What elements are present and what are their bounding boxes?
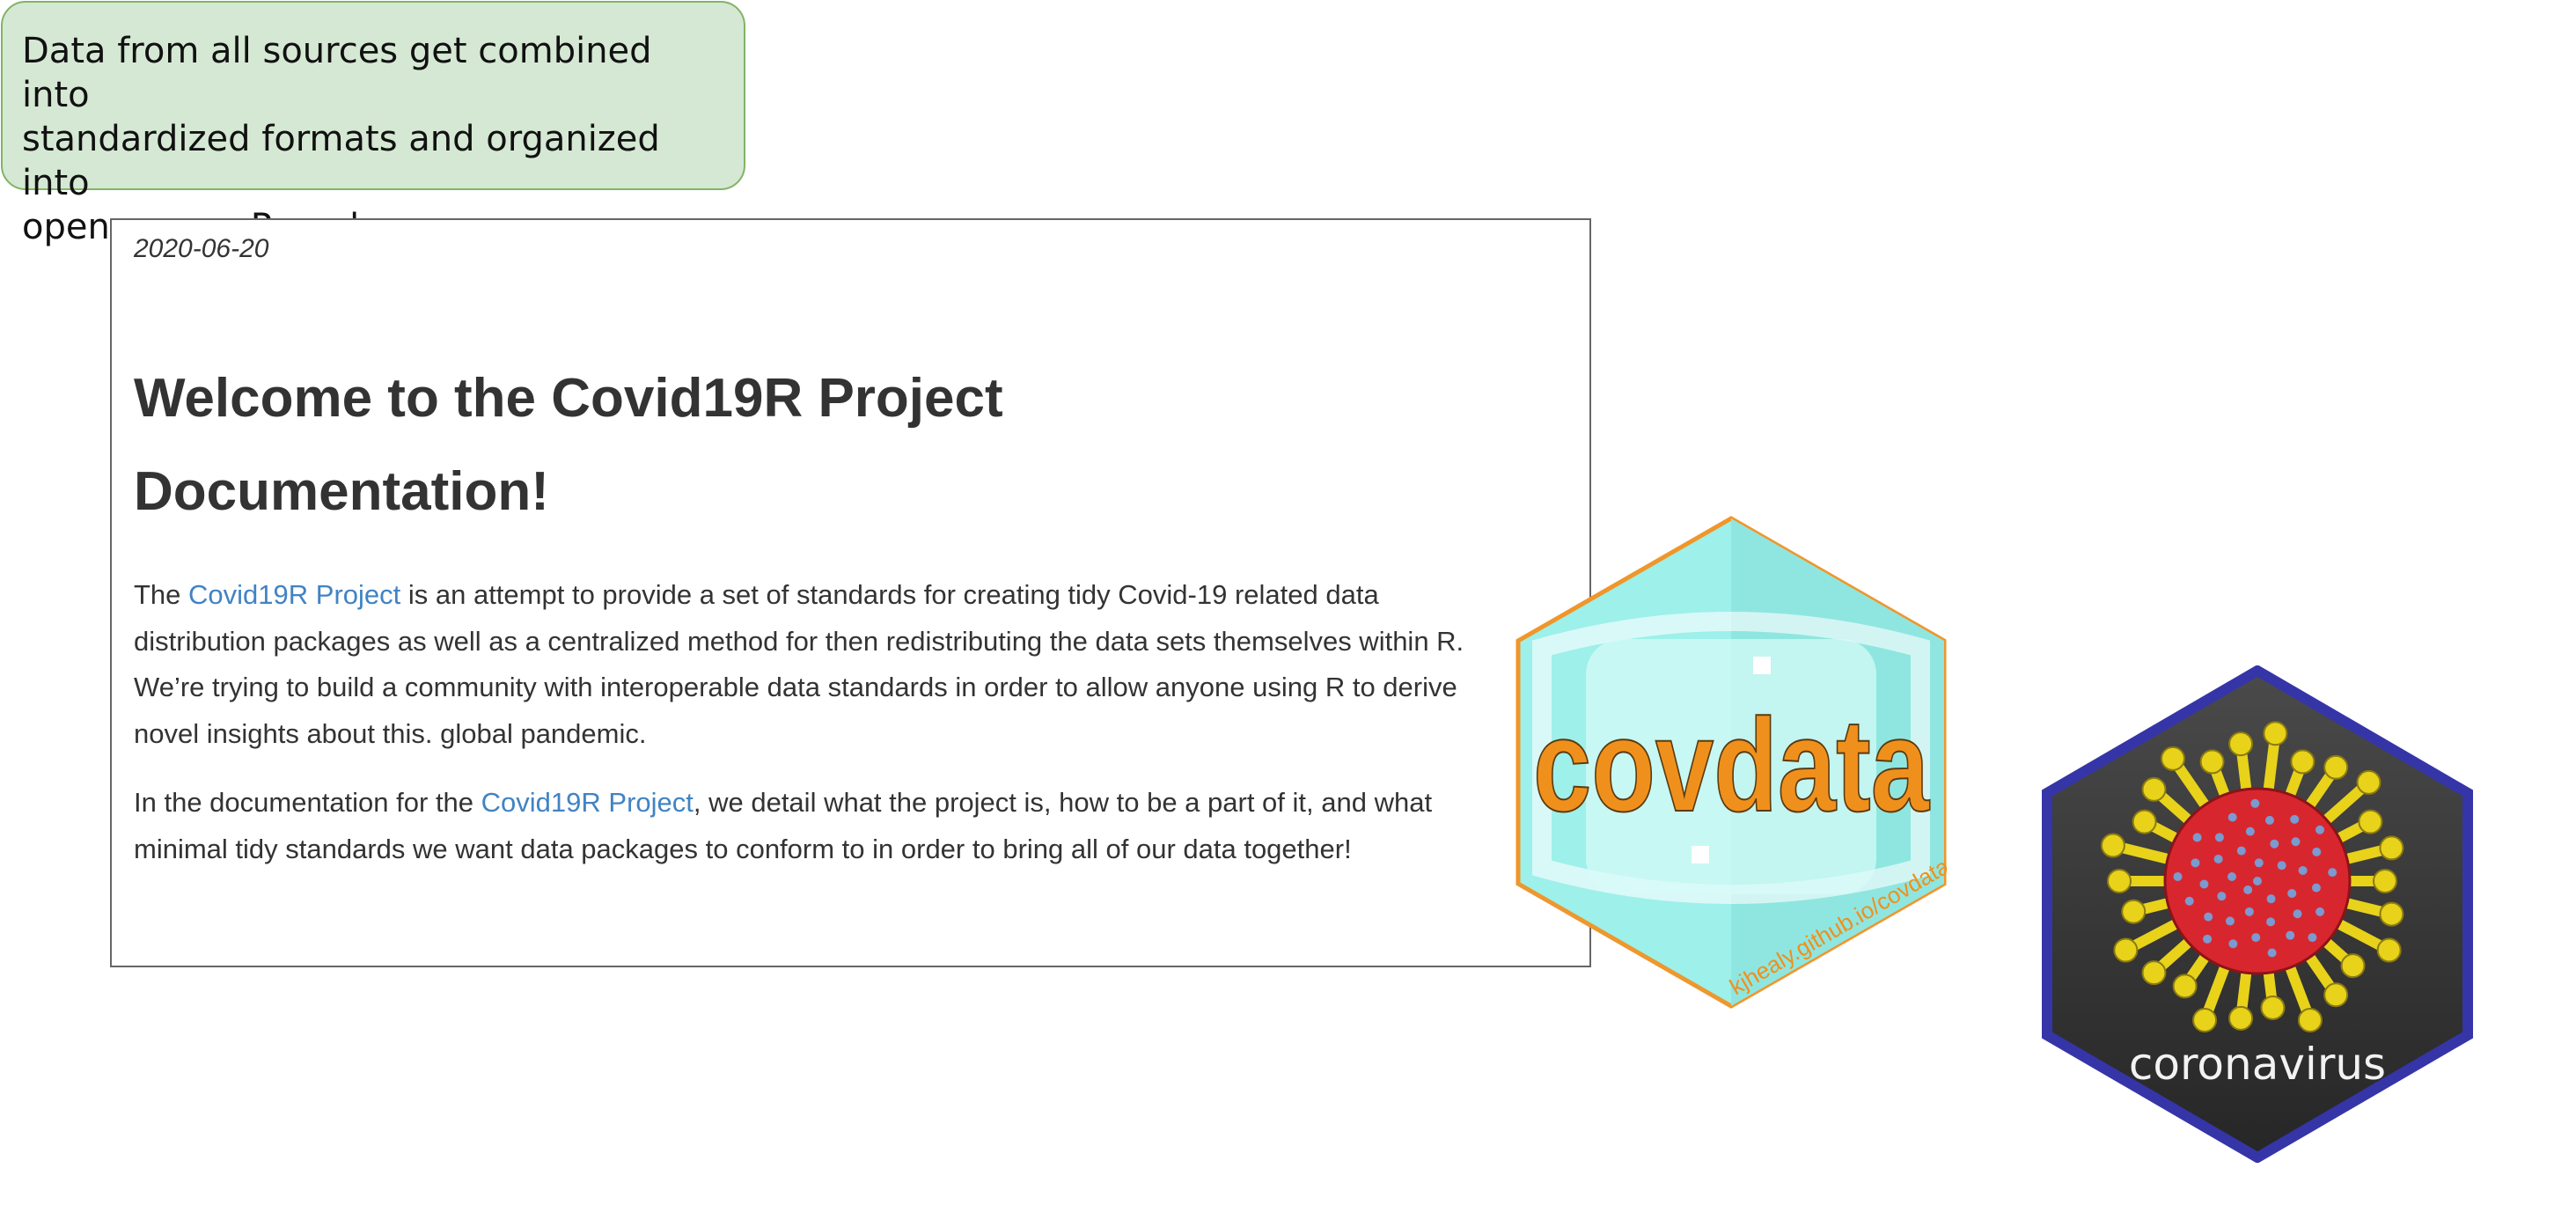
documentation-screenshot: 2020-06-20 Welcome to the Covid19R Proje… [110,218,1591,967]
paragraph-text: In the documentation for the [134,787,481,818]
callout-box: Data from all sources get combined into … [1,1,745,247]
coronavirus-hex-logo: coronavirus [2042,665,2473,1163]
coronavirus-wordmark: coronavirus [2129,1039,2386,1090]
covdata-wordmark: covdata [1533,691,1930,839]
doc-date: 2020-06-20 [134,234,269,263]
covid19r-project-link[interactable]: Covid19R Project [188,579,400,610]
covdata-hex-logo: covdata kjhealy.github.io/covdata [1516,516,1947,1009]
doc-paragraph-2: In the documentation for the Covid19R Pr… [134,780,1471,872]
covid19r-project-link[interactable]: Covid19R Project [481,787,694,818]
paragraph-text: The [134,579,189,610]
doc-body: The Covid19R Project is an attempt to pr… [134,572,1471,895]
doc-paragraph-1: The Covid19R Project is an attempt to pr… [134,572,1471,757]
doc-title: Welcome to the Covid19R Project Document… [134,368,1003,522]
